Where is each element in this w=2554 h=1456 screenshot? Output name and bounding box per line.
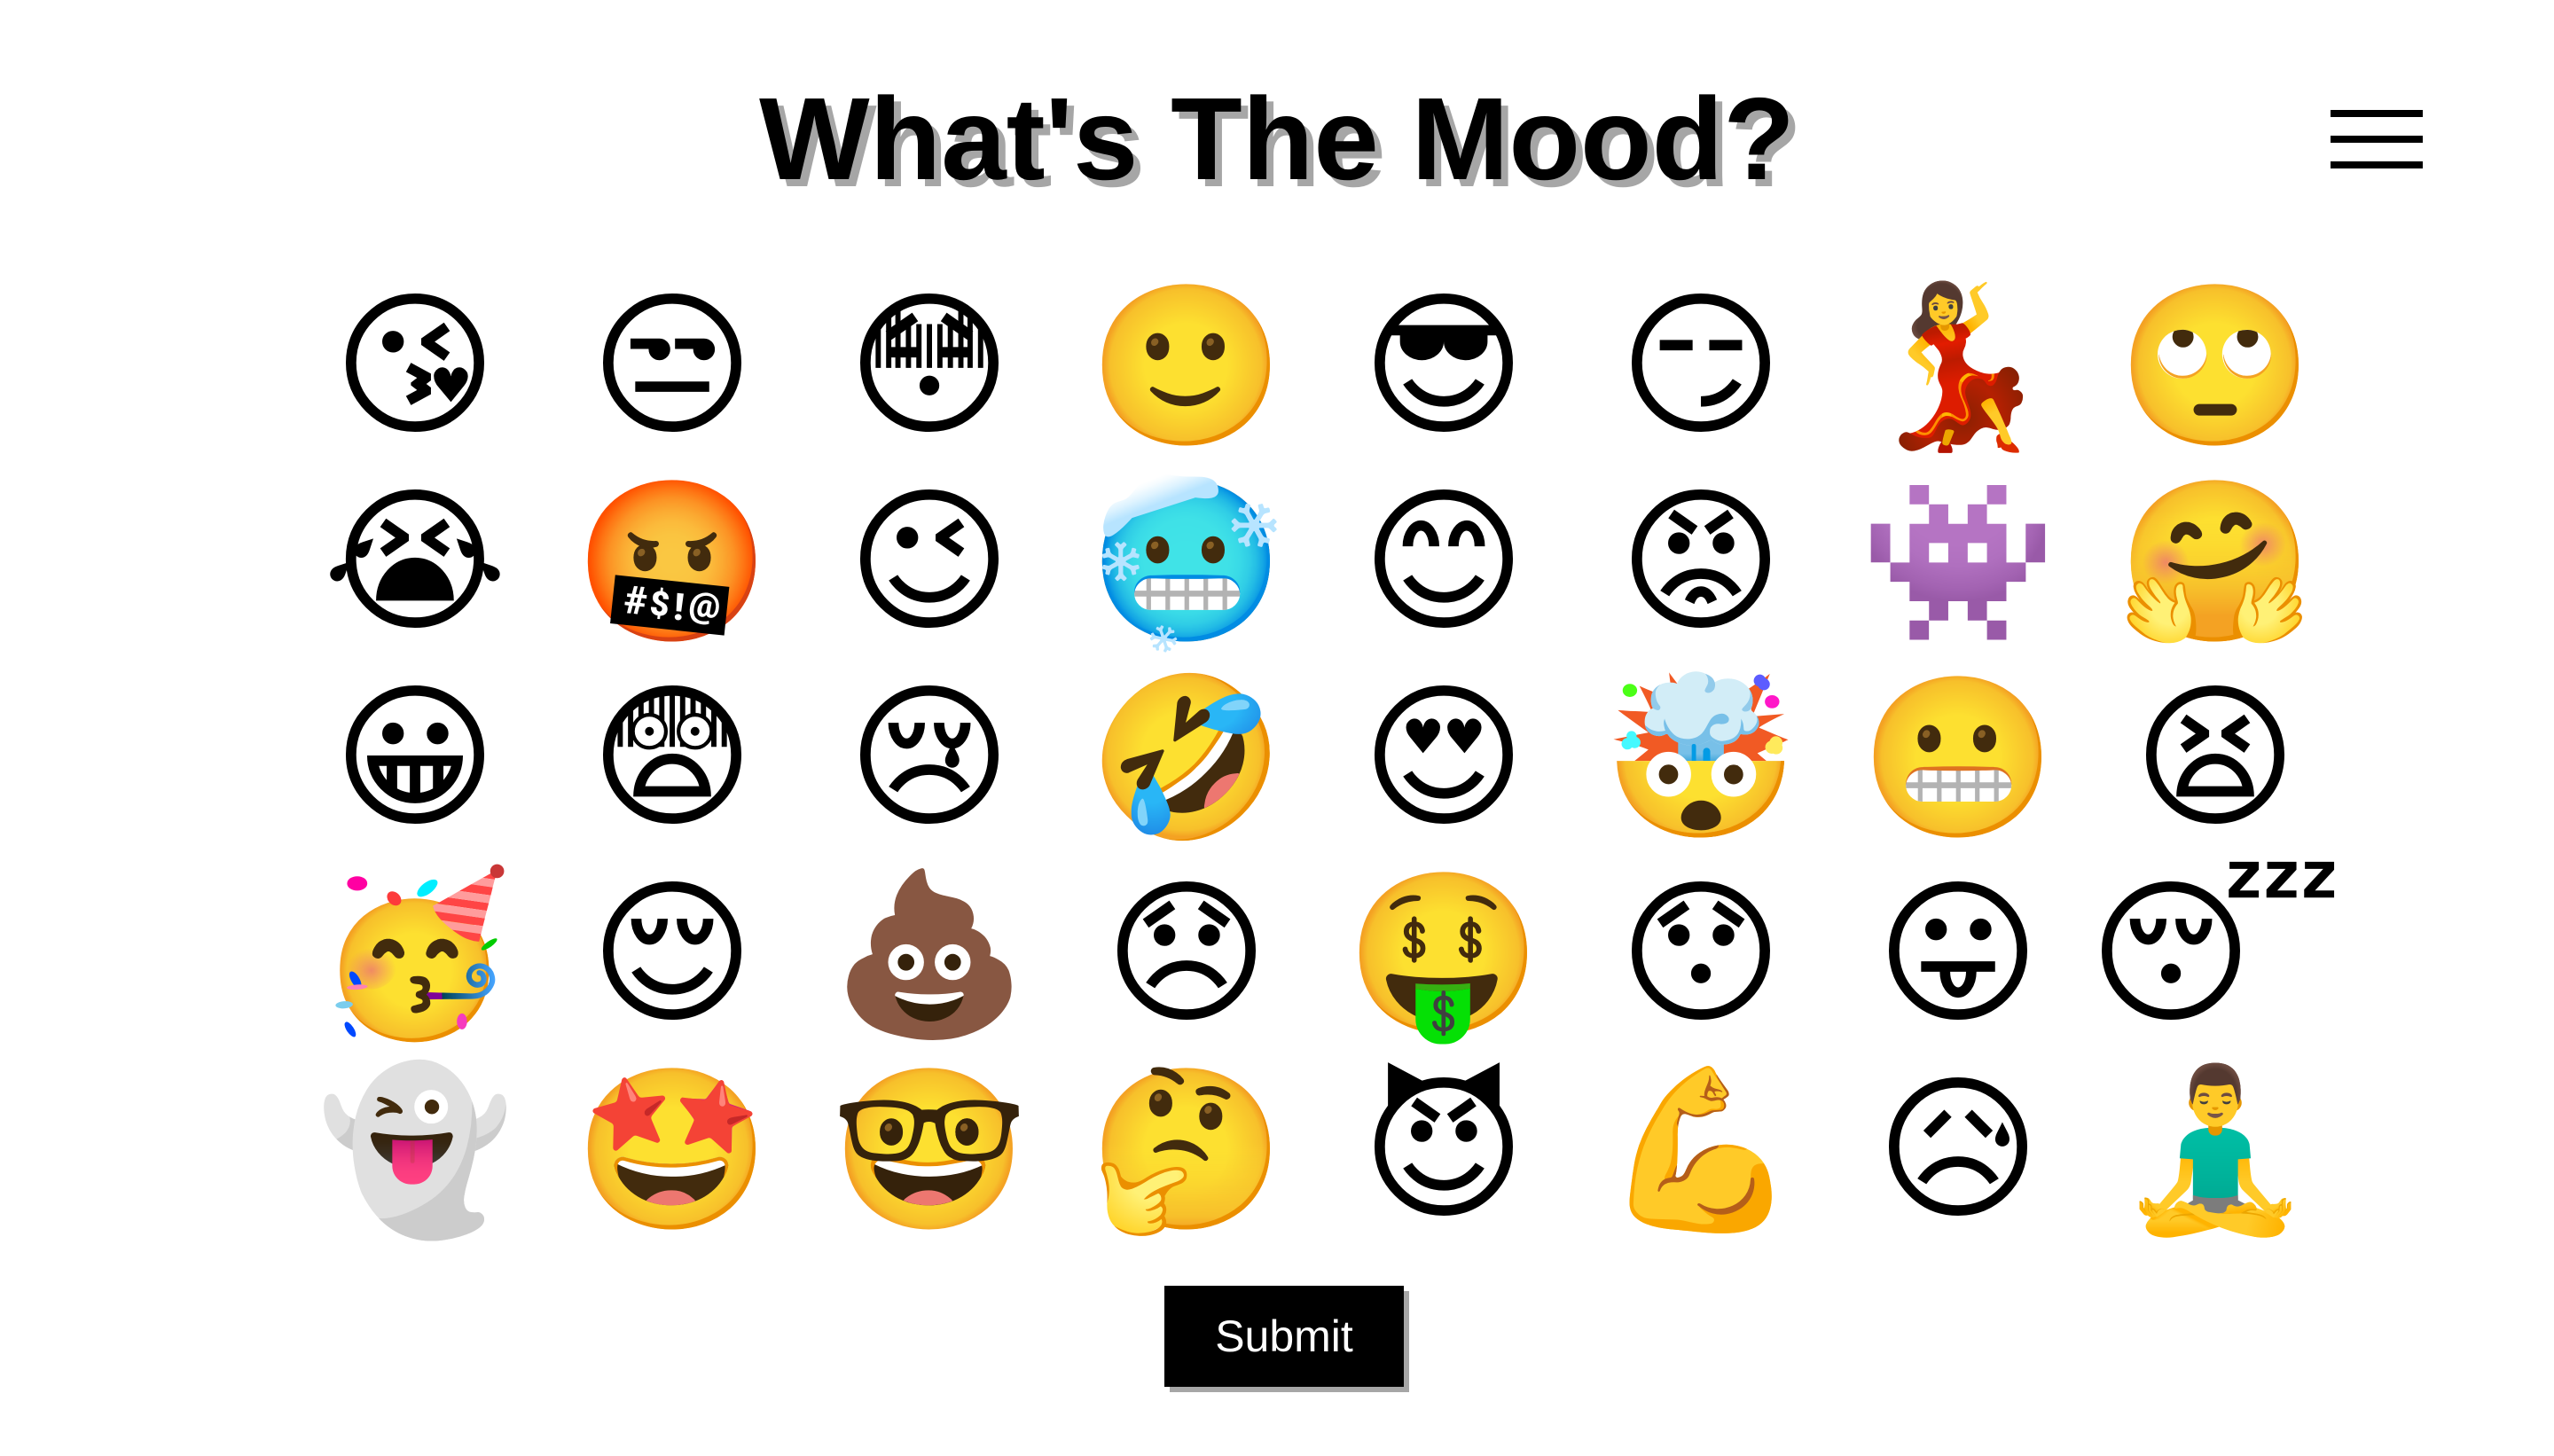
emoji-option-ghost[interactable]: 👻 [286, 1052, 544, 1248]
smiling-devil-icon: 😈 [1361, 1057, 1526, 1241]
hushed-icon: 😯 [1618, 861, 1783, 1045]
blush-icon: 😊 [1361, 470, 1526, 654]
page-title: What's The Mood? [759, 74, 1795, 204]
emoji-option-grinning[interactable]: 😀 [286, 661, 544, 857]
emoji-option-flexed-biceps[interactable]: 💪 [1572, 1052, 1829, 1248]
emoji-option-heart-eyes[interactable]: 😍 [1315, 661, 1572, 857]
flushed-icon: 😳 [847, 274, 1012, 458]
emoji-option-kissing-heart[interactable]: 😘 [286, 269, 544, 465]
rolling-eyes-icon: 🙄 [2117, 274, 2314, 458]
lotus-position-icon: 🧘‍♂️ [2117, 1057, 2314, 1241]
dancer-icon: 💃 [1860, 274, 2057, 458]
crying-icon: 😢 [847, 665, 1012, 849]
smirk-icon: 😏 [1618, 274, 1783, 458]
emoji-option-pile-of-poo[interactable]: 💩 [801, 856, 1058, 1052]
emoji-option-flushed[interactable]: 😳 [801, 269, 1058, 465]
pile-of-poo-icon: 💩 [831, 861, 1028, 1045]
money-mouth-icon: 🤑 [1345, 861, 1542, 1045]
emoji-option-hushed[interactable]: 😯 [1572, 856, 1829, 1052]
emoji-option-cursing[interactable]: 🤬 [544, 465, 801, 661]
menu-bar-bottom [2331, 161, 2423, 168]
emoji-option-rofl[interactable]: 🤣 [1058, 661, 1315, 857]
emoji-option-partying[interactable]: 🥳 [286, 856, 544, 1052]
star-struck-icon: 🤩 [574, 1057, 771, 1241]
cold-face-icon: 🥶 [1088, 470, 1285, 654]
tongue-out-icon: 😛 [1876, 861, 2041, 1045]
emoji-option-nerd[interactable]: 🤓 [801, 1052, 1058, 1248]
sad-sweat-icon: 😥 [1876, 1057, 2041, 1241]
emoji-option-unamused[interactable]: 😒 [544, 269, 801, 465]
emoji-option-smiling-devil[interactable]: 😈 [1315, 1052, 1572, 1248]
sleeping-icon: 😴 [2088, 861, 2342, 1045]
emoji-option-exploding-head[interactable]: 🤯 [1572, 661, 1829, 857]
emoji-option-dancer[interactable]: 💃 [1829, 269, 2087, 465]
partying-icon: 🥳 [317, 861, 513, 1045]
emoji-option-space-invader[interactable]: 👾 [1829, 465, 2087, 661]
emoji-option-slightly-smiling[interactable]: 🙂 [1058, 269, 1315, 465]
emoji-option-money-mouth[interactable]: 🤑 [1315, 856, 1572, 1052]
menu-bar-middle [2331, 136, 2423, 143]
ghost-icon: 👻 [317, 1057, 513, 1241]
thinking-icon: 🤔 [1088, 1057, 1285, 1241]
slightly-smiling-icon: 🙂 [1088, 274, 1285, 458]
wink-icon: 😉 [847, 470, 1012, 654]
emoji-option-fearful[interactable]: 😨 [544, 661, 801, 857]
emoji-option-tongue-out[interactable]: 😛 [1829, 856, 2087, 1052]
emoji-option-smirk[interactable]: 😏 [1572, 269, 1829, 465]
emoji-grid: 😘 😒 😳 🙂 😎 😏 💃 🙄 😭 🤬 😉 🥶 😊 😡 👾 🤗 😀 😨 😢 🤣 😍 🤯 😬 😫 🥳 😌 💩 😞 🤑 😯 😛 😴 👻 🤩 🤓 🤔 😈 💪 😥 🧘… [286, 269, 2344, 1248]
emoji-option-sunglasses[interactable]: 😎 [1315, 269, 1572, 465]
emoji-option-lotus-position[interactable]: 🧘‍♂️ [2087, 1052, 2344, 1248]
grinning-icon: 😀 [333, 665, 497, 849]
hugging-icon: 🤗 [2117, 470, 2314, 654]
fearful-icon: 😨 [590, 665, 755, 849]
tired-icon: 😫 [2133, 665, 2298, 849]
grimacing-icon: 😬 [1860, 665, 2057, 849]
emoji-option-relieved[interactable]: 😌 [544, 856, 801, 1052]
emoji-option-loudly-crying[interactable]: 😭 [286, 465, 544, 661]
disappointed-icon: 😞 [1104, 861, 1269, 1045]
kissing-heart-icon: 😘 [333, 274, 497, 458]
heart-eyes-icon: 😍 [1361, 665, 1526, 849]
unamused-icon: 😒 [590, 274, 755, 458]
hamburger-menu-icon[interactable] [2331, 105, 2423, 174]
exploding-head-icon: 🤯 [1602, 665, 1799, 849]
space-invader-icon: 👾 [1860, 470, 2057, 654]
cursing-icon: 🤬 [574, 470, 771, 654]
relieved-icon: 😌 [590, 861, 755, 1045]
emoji-option-star-struck[interactable]: 🤩 [544, 1052, 801, 1248]
emoji-option-blush[interactable]: 😊 [1315, 465, 1572, 661]
emoji-option-disappointed[interactable]: 😞 [1058, 856, 1315, 1052]
rofl-icon: 🤣 [1088, 665, 1285, 849]
emoji-option-hugging[interactable]: 🤗 [2087, 465, 2344, 661]
emoji-option-sad-sweat[interactable]: 😥 [1829, 1052, 2087, 1248]
angry-icon: 😡 [1618, 470, 1783, 654]
emoji-option-wink[interactable]: 😉 [801, 465, 1058, 661]
emoji-option-angry[interactable]: 😡 [1572, 465, 1829, 661]
emoji-option-cold-face[interactable]: 🥶 [1058, 465, 1315, 661]
submit-button[interactable]: Submit [1164, 1286, 1404, 1387]
emoji-option-rolling-eyes[interactable]: 🙄 [2087, 269, 2344, 465]
emoji-option-tired[interactable]: 😫 [2087, 661, 2344, 857]
sunglasses-icon: 😎 [1361, 274, 1526, 458]
emoji-option-sleeping[interactable]: 😴 [2087, 856, 2344, 1052]
emoji-option-crying[interactable]: 😢 [801, 661, 1058, 857]
nerd-icon: 🤓 [831, 1057, 1028, 1241]
emoji-option-grimacing[interactable]: 😬 [1829, 661, 2087, 857]
menu-bar-top [2331, 110, 2423, 117]
flexed-biceps-icon: 💪 [1602, 1057, 1799, 1241]
emoji-option-thinking[interactable]: 🤔 [1058, 1052, 1315, 1248]
loudly-crying-icon: 😭 [323, 470, 507, 654]
